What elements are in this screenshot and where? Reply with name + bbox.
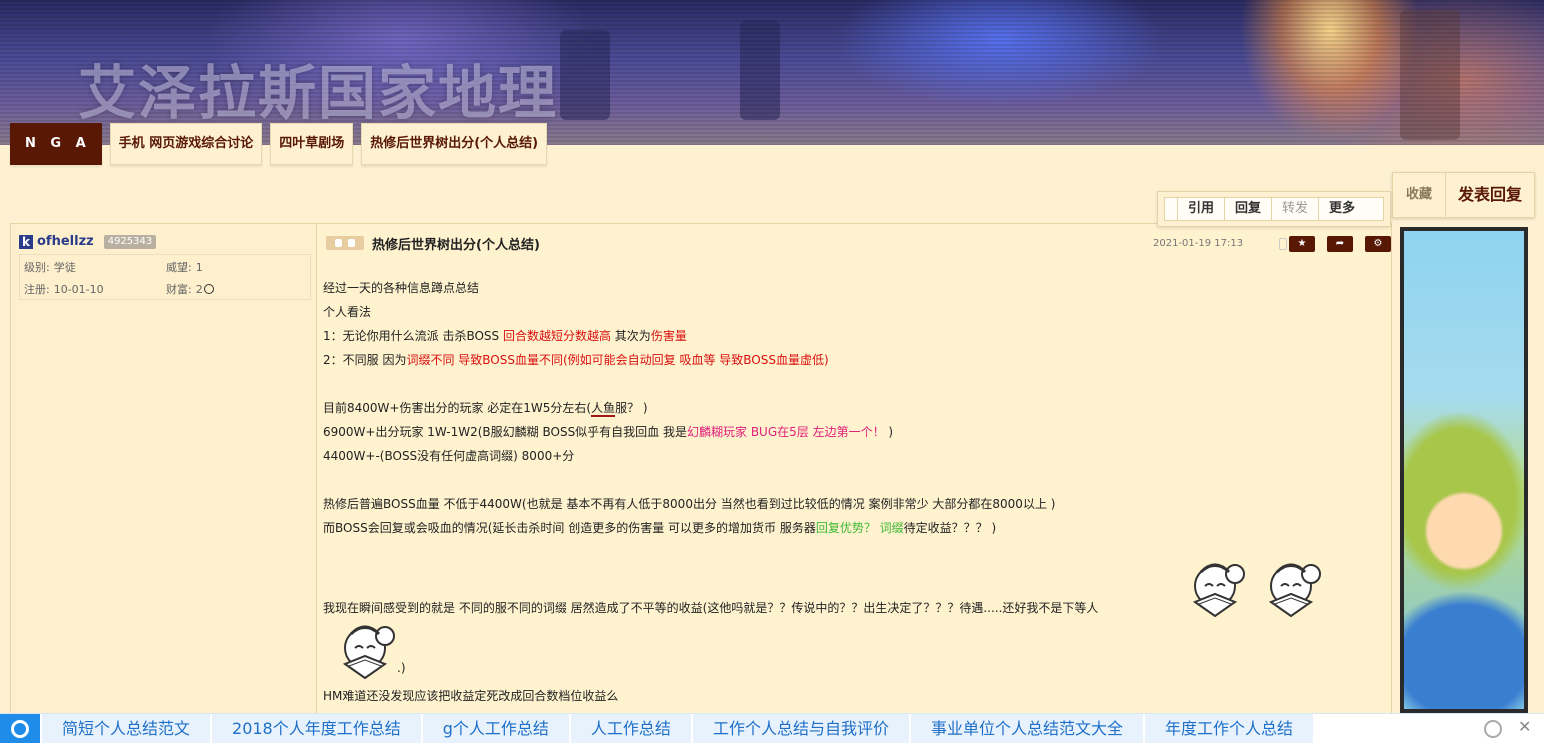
- breadcrumb-thread[interactable]: 热修后世界树出分(个人总结): [361, 123, 548, 165]
- level-label: 级别:: [24, 261, 50, 274]
- suggestion-link[interactable]: 2018个人年度工作总结: [212, 714, 421, 743]
- suggestion-link[interactable]: 人工作总结: [570, 714, 691, 743]
- wealth-label: 财富:: [166, 283, 192, 296]
- post-content: 热修后世界树出分(个人总结) 2021-01-19 17:13 ★ ➦ ⚙ 经过…: [323, 224, 1393, 714]
- side-advertisement[interactable]: [1400, 227, 1528, 713]
- body-line: 我现在瞬间感受到的就是 不同的服不同的词缀 居然造成了不平等的收益(这他吗就是？…: [323, 601, 1099, 615]
- prestige-label: 威望:: [166, 261, 192, 274]
- bookmark-icon[interactable]: [1279, 238, 1287, 250]
- body-line: 经过一天的各种信息蹲点总结: [323, 281, 480, 295]
- post-toolbar: 引用 回复 转发 更多: [1157, 191, 1391, 227]
- body-line: HM难道还没发现应该把收益定死改成回合数档位收益么: [323, 689, 619, 703]
- breadcrumb: N G A 手机 网页游戏综合讨论 四叶草剧场 热修后世界树出分(个人总结): [10, 123, 548, 165]
- body-line: 4400W+-(BOSS没有任何虚高词缀) 8000+分: [323, 449, 575, 463]
- ad-cartoon-image[interactable]: [1404, 231, 1524, 709]
- star-icon[interactable]: ★: [1289, 236, 1315, 252]
- share-icon[interactable]: ➦: [1327, 236, 1353, 252]
- register-label: 注册:: [24, 283, 50, 296]
- coin-icon: [203, 284, 214, 294]
- breadcrumb-nga-logo[interactable]: N G A: [10, 123, 102, 165]
- body-line: 6900W+出分玩家 1W-1W2(B服幻麟糊 BOSS似乎有自我回血 我是幻麟…: [323, 425, 894, 439]
- wealth-value: 2: [195, 283, 203, 296]
- more-button[interactable]: 更多: [1319, 198, 1365, 220]
- gear-icon[interactable]: ⚙: [1365, 236, 1391, 252]
- user-stats: 级别: 学徒 威望: 1 注册: 10-01-10 财富: 2: [19, 254, 311, 300]
- body-line: 1：无论你用什么流派 击杀BOSS 回合数越短分数越高 其次为伤害量: [323, 329, 687, 343]
- post: k ofhellzz 4925343 级别: 学徒 威望: 1 注册: 10-01-1…: [10, 223, 1392, 715]
- thread-actions: 收藏 发表回复: [1392, 172, 1535, 218]
- suggestion-link[interactable]: 事业单位个人总结范文大全: [910, 714, 1143, 743]
- bottom-suggestion-bar: 简短个人总结范文 2018个人年度工作总结 g个人工作总结 人工作总结 工作个人…: [0, 713, 1544, 743]
- settings-gear-icon[interactable]: [1484, 720, 1502, 738]
- forward-button[interactable]: 转发: [1272, 198, 1320, 220]
- close-icon[interactable]: ✕: [1518, 717, 1531, 736]
- laughing-sticker-icon: [342, 625, 395, 680]
- user-panel: k ofhellzz 4925343 级别: 学徒 威望: 1 注册: 10-01-1…: [11, 224, 317, 714]
- laughing-sticker-icon: [1192, 563, 1245, 618]
- prestige-value: 1: [195, 261, 203, 274]
- level-value: 学徒: [53, 261, 76, 274]
- thumbs-down-icon[interactable]: [348, 239, 355, 247]
- register-value: 10-01-10: [53, 283, 104, 296]
- quote-button[interactable]: 引用: [1178, 198, 1226, 220]
- post-reply-button[interactable]: 发表回复: [1446, 173, 1534, 217]
- post-date: 2021-01-19 17:13: [1153, 238, 1244, 249]
- suggestion-link[interactable]: 工作个人总结与自我评价: [692, 714, 909, 743]
- body-line: 热修后普遍BOSS血量 不低于4400W(也就是 基本不再有人低于8000出分 …: [323, 497, 1056, 511]
- reply-button[interactable]: 回复: [1225, 198, 1273, 220]
- thumbs-up-icon[interactable]: [335, 239, 342, 247]
- breadcrumb-forum[interactable]: 手机 网页游戏综合讨论: [109, 123, 263, 165]
- user-id-badge[interactable]: 4925343: [103, 234, 157, 249]
- body-line: 而BOSS会回复或会吸血的情况(延长击杀时间 创造更多的伤害量 可以更多的增加货…: [323, 521, 997, 535]
- suggestion-link[interactable]: g个人工作总结: [422, 714, 569, 743]
- vote-buttons[interactable]: [326, 236, 364, 250]
- favorite-button[interactable]: 收藏: [1393, 173, 1446, 217]
- body-line: 2：不同服 因为词缀不同 导致BOSS血量不同(例如可能会自动回复 吸血等 导致…: [323, 353, 829, 367]
- post-title: 热修后世界树出分(个人总结): [372, 238, 540, 253]
- laughing-sticker-icon: [1268, 563, 1321, 618]
- suggestion-link[interactable]: 年度工作个人总结: [1144, 714, 1313, 743]
- user-initial-badge: k: [19, 234, 33, 249]
- body-line: 个人看法: [323, 305, 372, 319]
- breadcrumb-subforum[interactable]: 四叶草剧场: [270, 123, 354, 165]
- search-logo-icon[interactable]: [0, 714, 40, 743]
- toolbar-spacer: [1165, 198, 1178, 220]
- site-title: 艾泽拉斯国家地理: [78, 59, 559, 127]
- username[interactable]: ofhellzz: [37, 234, 94, 249]
- suggestion-link[interactable]: 简短个人总结范文: [42, 714, 211, 743]
- body-line: 目前8400W+伤害出分的玩家 必定在1W5分左右(人鱼服？ ): [323, 401, 648, 417]
